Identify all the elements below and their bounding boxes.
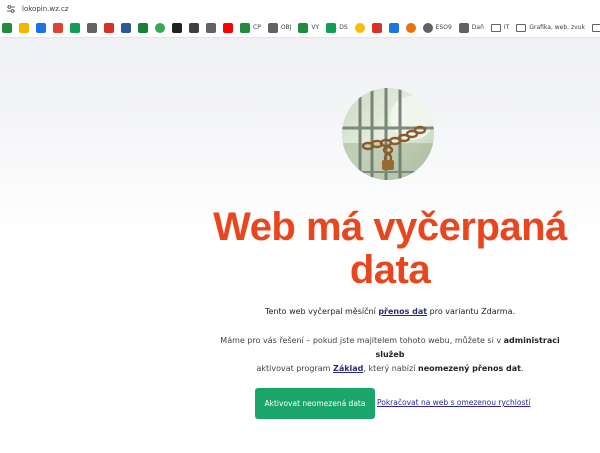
page-content: Web má vyčerpaná data Tento web vyčerpal… [0, 38, 600, 453]
dark-app-icon [172, 22, 182, 33]
bookmark-item[interactable]: DS [326, 20, 348, 36]
word-icon [121, 22, 131, 33]
bookmark-item[interactable] [104, 20, 114, 36]
bookmark-item[interactable]: VY [298, 20, 319, 36]
lead-text-end: pro variantu Zdarma. [427, 307, 516, 316]
bookmark-item[interactable] [2, 20, 12, 36]
bookmark-item[interactable] [138, 20, 148, 36]
lead-text: Tento web vyčerpal měsíční přenos dat pr… [205, 306, 575, 318]
address-bar[interactable]: lokopin.wz.cz [0, 0, 600, 18]
bookmark-item[interactable] [206, 20, 216, 36]
globe-icon [422, 22, 433, 33]
grid-app-icon [189, 22, 199, 33]
bookmark-item[interactable] [53, 20, 63, 36]
puzzle-icon [87, 22, 97, 33]
info-text-4: . [520, 364, 524, 373]
info-text-1: Máme pro vás řešení – pokud jste majitel… [220, 336, 504, 345]
bookmark-label: Grafika, web, zvuk [529, 24, 585, 31]
bookmark-item[interactable] [121, 20, 131, 36]
orange-circle-icon [405, 22, 416, 33]
bookmark-label: CP [253, 24, 261, 31]
bookmark-item[interactable] [19, 20, 29, 36]
lead-text-start: Tento web vyčerpal měsíční [264, 307, 379, 316]
cursor-icon [206, 22, 216, 33]
sheets-icon [2, 22, 12, 33]
ring-icon [354, 22, 365, 33]
flag-icon [104, 22, 114, 33]
folder-icon [591, 23, 600, 32]
page-title: Web má vyčerpaná data [213, 205, 567, 292]
doc-obj-icon [267, 22, 278, 33]
bookmark-label: IT [503, 24, 510, 31]
bookmark-item[interactable]: CP [240, 20, 261, 36]
continue-limited-link[interactable]: Pokračovat na web s omezenou rychlostí [377, 398, 530, 407]
bookmark-label: Daň [471, 24, 484, 31]
bookmark-item[interactable] [87, 20, 97, 36]
bookmark-item[interactable] [591, 20, 600, 36]
bookmark-label: VY [311, 24, 320, 31]
bookmarks-bar: CP OBJ VY DS ESO9 Daň IT Grafika, web, zvuk [0, 18, 600, 38]
folder-icon [490, 23, 501, 32]
bookmark-item[interactable] [354, 20, 365, 36]
folder-icon [516, 23, 527, 32]
pin-icon [53, 22, 63, 33]
drive-ds-icon [326, 22, 337, 33]
cz-flag-icon [388, 22, 399, 33]
bookmark-label: DS [339, 24, 348, 31]
bookmark-item[interactable]: Daň [458, 20, 484, 36]
bookmark-item[interactable] [189, 20, 199, 36]
unlimited-transfer-bold: neomezený přenos dat [418, 364, 521, 373]
pinwheel-icon [19, 22, 29, 33]
bookmark-item[interactable] [371, 20, 382, 36]
info-text-2: aktivovat program [256, 364, 334, 373]
data-transfer-link[interactable]: přenos dat [378, 307, 427, 316]
doc-dane-icon [458, 22, 469, 33]
bookmark-label: ESO9 [435, 24, 452, 31]
green-circle-icon [155, 22, 165, 33]
bookmark-item[interactable]: IT [490, 20, 510, 36]
bookmark-item[interactable]: Grafika, web, zvuk [516, 20, 585, 36]
info-text-3: , který nabízí [363, 364, 418, 373]
url-text[interactable]: lokopin.wz.cz [22, 5, 69, 13]
bookmark-label: OBJ [280, 24, 292, 31]
bookmark-item[interactable] [36, 20, 46, 36]
bookmark-item[interactable] [405, 20, 416, 36]
bookmark-item[interactable] [155, 20, 165, 36]
bookmark-item[interactable] [223, 20, 233, 36]
bookmark-item[interactable]: ESO9 [422, 20, 452, 36]
sheets-vy-icon [298, 22, 309, 33]
contacts-icon [36, 22, 46, 33]
basic-plan-link[interactable]: Základ [333, 364, 363, 373]
bookmark-item[interactable] [388, 20, 399, 36]
chained-gate-image [342, 88, 434, 180]
calendar-icon [138, 22, 148, 33]
sheets-cp-icon [240, 22, 250, 33]
bookmark-item[interactable] [172, 20, 182, 36]
info-text: Máme pro vás řešení – pokud jste majitel… [205, 334, 575, 376]
bookmark-item[interactable]: OBJ [267, 20, 292, 36]
site-settings-icon[interactable] [6, 4, 16, 14]
drive-icon [70, 22, 80, 33]
bookmark-item[interactable] [70, 20, 80, 36]
activate-unlimited-button[interactable]: Aktivovat neomezená data [255, 388, 375, 419]
red-square-icon [371, 22, 382, 33]
youtube-icon [223, 22, 233, 33]
